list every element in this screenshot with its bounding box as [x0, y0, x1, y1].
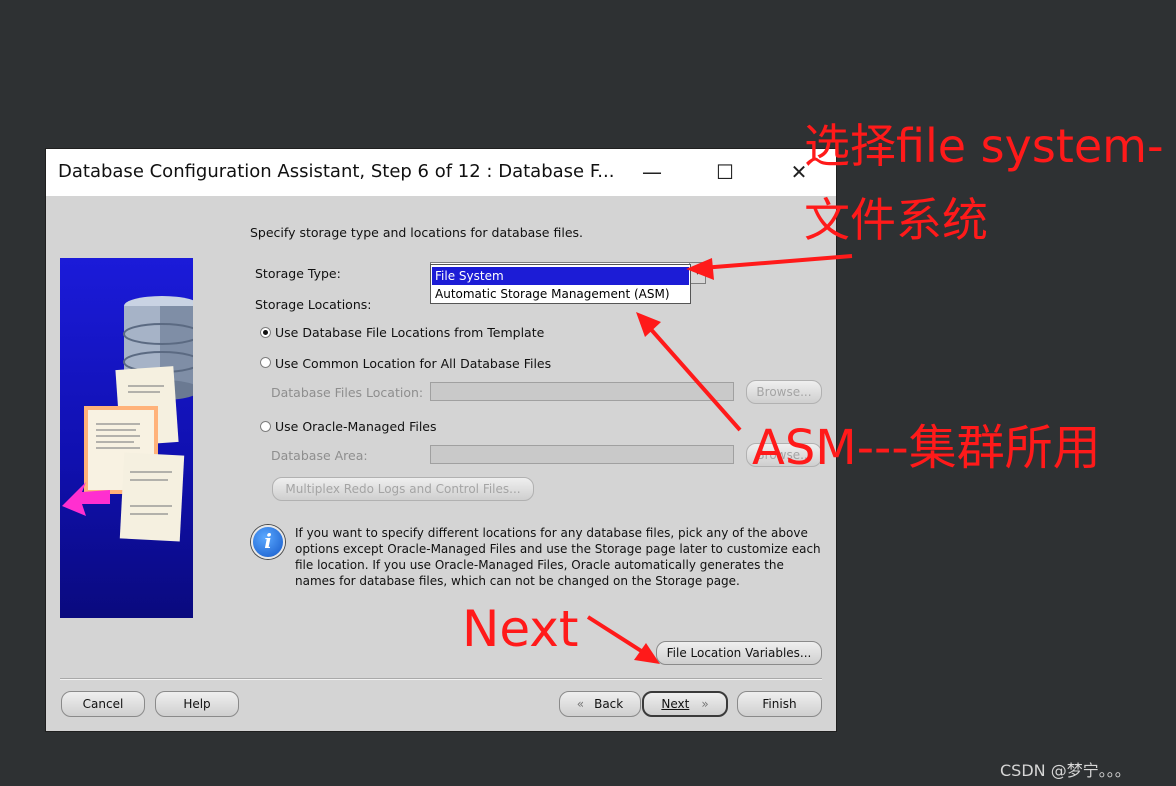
- annotation-asm: ASM---集群所用: [752, 420, 1101, 476]
- annotation-next: Next: [462, 600, 579, 658]
- annotation-file-system-line2: 文件系统: [804, 193, 988, 247]
- annotation-file-system-line1: 选择file system-: [804, 119, 1164, 173]
- csdn-watermark: CSDN @梦宁。。。: [1000, 761, 1131, 780]
